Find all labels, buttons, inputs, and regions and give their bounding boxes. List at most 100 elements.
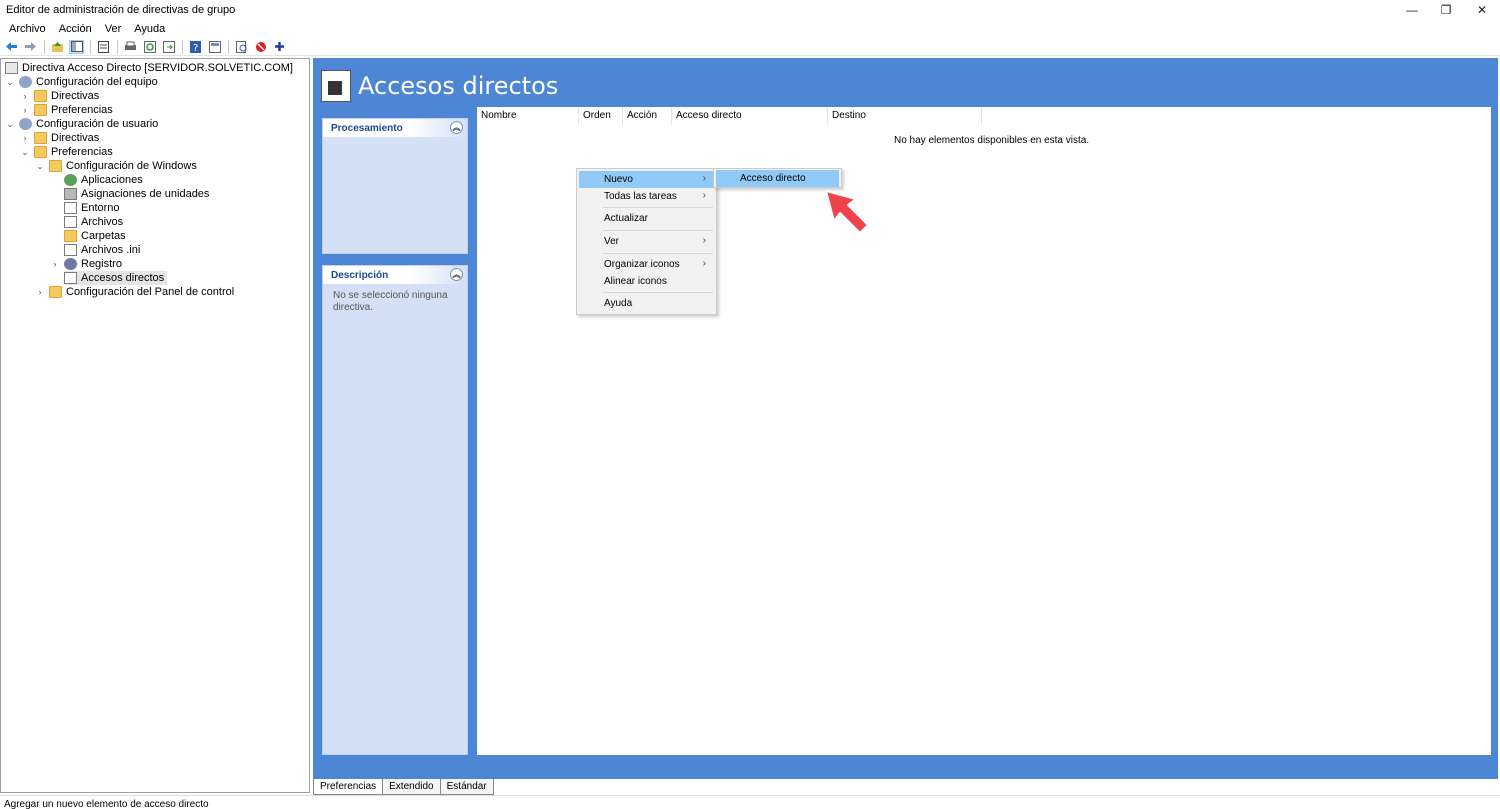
expanded-chevron-icon[interactable]: ⌄: [5, 77, 15, 88]
tree-label: Directivas: [51, 90, 100, 102]
tree-label: Directivas: [51, 132, 100, 144]
collapse-chevrons-icon[interactable]: ︽: [450, 121, 463, 134]
tree-drive-maps[interactable]: Asignaciones de unidades: [64, 187, 209, 201]
menu-item-label: Ver: [604, 236, 620, 247]
menu-item-align-icons[interactable]: Alinear iconos: [579, 273, 714, 290]
folder-icon: [64, 230, 77, 242]
column-shortcut[interactable]: Acceso directo: [672, 107, 828, 125]
preview-icon[interactable]: [234, 40, 249, 54]
menu-separator: [603, 292, 713, 293]
tree-pane: Directiva Acceso Directo [SERVIDOR.SOLVE…: [0, 58, 310, 793]
tree-folders[interactable]: Carpetas: [64, 229, 126, 243]
properties-icon[interactable]: [96, 40, 111, 54]
menu-item-arrange-icons[interactable]: Organizar iconos ›: [579, 256, 714, 273]
column-order[interactable]: Orden: [579, 107, 623, 125]
menu-accion[interactable]: Acción: [59, 23, 92, 35]
menu-separator: [603, 230, 713, 231]
stop-icon[interactable]: [253, 40, 268, 54]
menu-item-label: Organizar iconos: [604, 259, 680, 270]
policy-icon: [5, 62, 18, 74]
export-icon[interactable]: [161, 40, 176, 54]
tree-windows-settings[interactable]: ⌄ Configuración de Windows: [35, 159, 197, 173]
tree-computer-policies[interactable]: › Directivas: [20, 89, 99, 103]
tree-applications[interactable]: Aplicaciones: [64, 173, 143, 187]
tree-shortcuts[interactable]: Accesos directos: [64, 271, 168, 285]
tree-control-panel[interactable]: › Configuración del Panel de control: [35, 285, 234, 299]
tree-label: Carpetas: [81, 230, 126, 242]
status-bar: Agregar un nuevo elemento de acceso dire…: [0, 795, 1500, 809]
menu-item-refresh[interactable]: Actualizar: [579, 210, 714, 227]
menu-separator: [603, 253, 713, 254]
svg-text:?: ?: [193, 43, 198, 53]
tree-environment[interactable]: Entorno: [64, 201, 120, 215]
collapsed-chevron-icon[interactable]: ›: [20, 105, 30, 115]
forward-icon[interactable]: [23, 40, 38, 54]
description-panel-title: Descripción: [331, 270, 389, 281]
menu-item-help[interactable]: Ayuda: [579, 295, 714, 312]
collapse-chevrons-icon[interactable]: ︽: [450, 268, 463, 281]
folder-icon: [34, 90, 47, 102]
expanded-chevron-icon[interactable]: ⌄: [5, 119, 15, 130]
toolbar-separator: [228, 39, 229, 54]
details-icon[interactable]: [207, 40, 222, 54]
add-icon[interactable]: [272, 40, 287, 54]
tab-extendido[interactable]: Extendido: [382, 779, 441, 795]
menu-item-label: Actualizar: [604, 213, 648, 224]
expanded-chevron-icon[interactable]: ⌄: [20, 147, 30, 158]
column-name[interactable]: Nombre: [477, 107, 579, 125]
collapsed-chevron-icon[interactable]: ›: [50, 259, 60, 269]
tree-label: Asignaciones de unidades: [81, 188, 210, 200]
column-action[interactable]: Acción: [623, 107, 672, 125]
menu-item-new[interactable]: Nuevo ›: [579, 171, 714, 188]
applications-icon: [64, 174, 77, 186]
expanded-chevron-icon[interactable]: ⌄: [35, 161, 45, 172]
collapsed-chevron-icon[interactable]: ›: [35, 287, 45, 297]
tree-ini-files[interactable]: Archivos .ini: [64, 243, 140, 257]
submenu-arrow-icon: ›: [702, 190, 706, 201]
refresh-icon[interactable]: [142, 40, 157, 54]
tree-label: Archivos .ini: [81, 244, 141, 256]
menu-item-view[interactable]: Ver ›: [579, 233, 714, 250]
tree-label: Aplicaciones: [81, 174, 143, 186]
tab-preferencias[interactable]: Preferencias: [313, 779, 384, 795]
menu-archivo[interactable]: Archivo: [9, 23, 46, 35]
up-icon[interactable]: [50, 40, 65, 54]
collapsed-chevron-icon[interactable]: ›: [20, 133, 30, 143]
folder-icon: [34, 104, 47, 116]
help-icon[interactable]: ?: [188, 40, 203, 54]
tab-estandar[interactable]: Estándar: [439, 779, 494, 795]
menu-ayuda[interactable]: Ayuda: [134, 23, 165, 35]
description-text: No se seleccionó ninguna directiva.: [333, 290, 448, 313]
page-title: Accesos directos: [358, 72, 559, 100]
print-icon[interactable]: [123, 40, 138, 54]
menu-bar: Archivo Acción Ver Ayuda: [0, 20, 1500, 38]
registry-icon: [64, 258, 77, 270]
menu-item-all-tasks[interactable]: Todas las tareas ›: [579, 188, 714, 205]
menu-item-label: Nuevo: [604, 174, 633, 185]
toolbar: ?: [0, 38, 1500, 56]
tree-files[interactable]: Archivos: [64, 215, 123, 229]
title-bar: Editor de administración de directivas d…: [0, 0, 1500, 20]
tree-root[interactable]: Directiva Acceso Directo [SERVIDOR.SOLVE…: [5, 61, 293, 75]
tree-computer-prefs[interactable]: › Preferencias: [20, 103, 113, 117]
pointer-arrow-icon: [825, 190, 869, 234]
submenu-arrow-icon: ›: [702, 173, 706, 184]
restore-button[interactable]: ❐: [1426, 0, 1466, 20]
column-target[interactable]: Destino: [828, 107, 982, 125]
collapsed-chevron-icon[interactable]: ›: [20, 91, 30, 101]
close-button[interactable]: ✕: [1462, 0, 1500, 20]
tree-user-config[interactable]: ⌄ Configuración de usuario: [5, 117, 158, 131]
back-icon[interactable]: [4, 40, 19, 54]
tree-label: Configuración del equipo: [36, 76, 158, 88]
submenu-arrow-icon: ›: [702, 235, 706, 246]
tree-user-policies[interactable]: › Directivas: [20, 131, 99, 145]
user-config-icon: [19, 118, 32, 130]
toolbar-separator: [90, 39, 91, 54]
folder-icon: [49, 160, 62, 172]
menu-ver[interactable]: Ver: [105, 23, 122, 35]
tree-computer-config[interactable]: ⌄ Configuración del equipo: [5, 75, 158, 89]
show-hide-tree-icon[interactable]: [69, 39, 84, 54]
tree-user-prefs[interactable]: ⌄ Preferencias: [20, 145, 113, 159]
tree-registry[interactable]: › Registro: [50, 257, 122, 271]
window-title: Editor de administración de directivas d…: [6, 4, 236, 16]
